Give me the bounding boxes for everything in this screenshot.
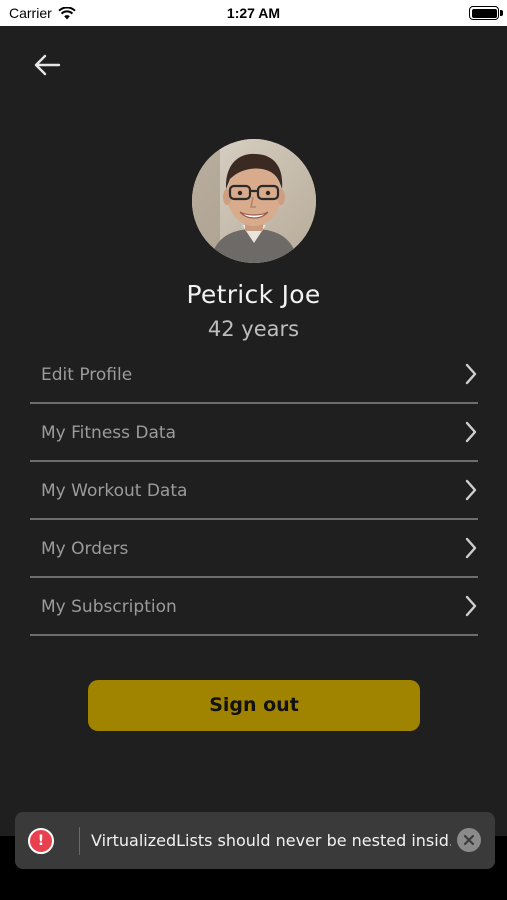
status-time: 1:27 AM <box>226 5 281 21</box>
chevron-right-icon <box>465 479 477 501</box>
menu-item-label: Edit Profile <box>41 365 133 385</box>
menu-item-orders[interactable]: My Orders <box>30 520 478 578</box>
avatar-photo <box>192 139 316 263</box>
profile-age: 42 years <box>207 317 300 341</box>
chevron-right-icon <box>465 421 477 443</box>
warning-toast[interactable]: ! VirtualizedLists should never be neste… <box>15 812 495 869</box>
toast-divider <box>79 827 80 855</box>
close-icon <box>464 835 474 845</box>
chevron-right-icon <box>465 363 477 385</box>
menu-item-fitness-data[interactable]: My Fitness Data <box>30 404 478 462</box>
sign-out-button[interactable]: Sign out <box>88 680 420 731</box>
warning-icon: ! <box>28 828 54 854</box>
back-button[interactable] <box>30 50 64 80</box>
menu-item-label: My Workout Data <box>41 481 188 501</box>
arrow-left-icon <box>34 54 61 76</box>
profile-name: Petrick Joe <box>186 280 321 309</box>
menu-item-edit-profile[interactable]: Edit Profile <box>30 346 478 404</box>
menu-item-label: My Orders <box>41 539 129 559</box>
avatar <box>192 139 316 263</box>
menu-item-label: My Fitness Data <box>41 423 177 443</box>
status-bar: Carrier 1:27 AM <box>0 0 507 26</box>
menu-item-subscription[interactable]: My Subscription <box>30 578 478 636</box>
battery-icon <box>469 6 503 20</box>
toast-close-button[interactable] <box>457 828 481 852</box>
toast-message: VirtualizedLists should never be nested … <box>91 831 451 850</box>
menu-item-label: My Subscription <box>41 597 177 617</box>
chevron-right-icon <box>465 595 477 617</box>
profile-menu: Edit Profile My Fitness Data My Workout … <box>30 346 478 636</box>
menu-item-workout-data[interactable]: My Workout Data <box>30 462 478 520</box>
chevron-right-icon <box>465 537 477 559</box>
